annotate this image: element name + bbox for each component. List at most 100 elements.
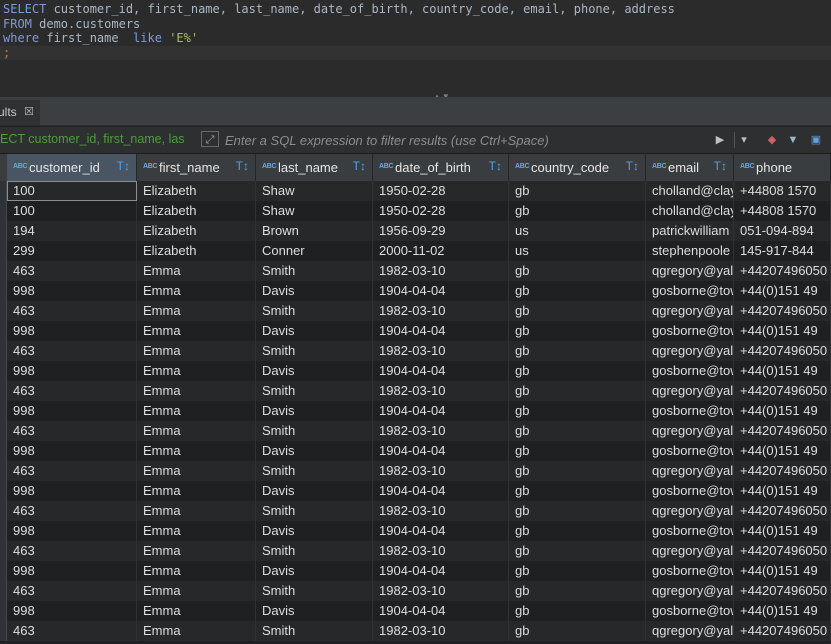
table-row[interactable]: 998 Emma Davis 1904-04-04 gb gosborne@tow +44(… bbox=[0, 281, 831, 301]
cell-last-name[interactable]: Conner bbox=[256, 241, 373, 261]
row-header[interactable] bbox=[0, 221, 7, 241]
sort-filter-icon[interactable]: T↕ bbox=[353, 159, 366, 173]
cell-first-name[interactable]: Emma bbox=[137, 601, 256, 621]
cell-email[interactable]: gosborne@tow bbox=[646, 401, 734, 421]
cell-phone[interactable]: +44(0)151 49 bbox=[734, 321, 831, 341]
cell-date-of-birth[interactable]: 1982-03-10 bbox=[373, 261, 509, 281]
cell-phone[interactable]: +44207496050 bbox=[734, 541, 831, 561]
table-row[interactable]: 998 Emma Davis 1904-04-04 gb gosborne@tow +44(… bbox=[0, 601, 831, 621]
cell-email[interactable]: qgregory@yal bbox=[646, 621, 734, 641]
row-header[interactable] bbox=[0, 361, 7, 381]
cell-email[interactable]: qgregory@yal bbox=[646, 501, 734, 521]
cell-country-code[interactable]: gb bbox=[509, 281, 646, 301]
cell-country-code[interactable]: us bbox=[509, 221, 646, 241]
cell-customer-id[interactable]: 998 bbox=[7, 321, 137, 341]
cell-date-of-birth[interactable]: 1982-03-10 bbox=[373, 501, 509, 521]
cell-country-code[interactable]: gb bbox=[509, 621, 646, 641]
table-row[interactable]: 998 Emma Davis 1904-04-04 gb gosborne@tow +44(… bbox=[0, 361, 831, 381]
cell-email[interactable]: qgregory@yal bbox=[646, 581, 734, 601]
cell-phone[interactable]: +44207496050 bbox=[734, 581, 831, 601]
cell-customer-id[interactable]: 463 bbox=[7, 541, 137, 561]
cell-last-name[interactable]: Smith bbox=[256, 461, 373, 481]
cell-last-name[interactable]: Davis bbox=[256, 521, 373, 541]
cell-customer-id[interactable]: 998 bbox=[7, 361, 137, 381]
cell-date-of-birth[interactable]: 1982-03-10 bbox=[373, 621, 509, 641]
cell-country-code[interactable]: us bbox=[509, 241, 646, 261]
table-row[interactable]: 998 Emma Davis 1904-04-04 gb gosborne@tow +44(… bbox=[0, 521, 831, 541]
cell-email[interactable]: gosborne@tow bbox=[646, 481, 734, 501]
cell-first-name[interactable]: Emma bbox=[137, 481, 256, 501]
cell-phone[interactable]: +44808 1570 bbox=[734, 201, 831, 221]
table-row[interactable]: 463 Emma Smith 1982-03-10 gb qgregory@yal +442… bbox=[0, 501, 831, 521]
cell-date-of-birth[interactable]: 1904-04-04 bbox=[373, 361, 509, 381]
sort-filter-icon[interactable]: T↕ bbox=[489, 159, 502, 173]
row-header[interactable] bbox=[0, 541, 7, 561]
row-header[interactable] bbox=[0, 601, 7, 621]
row-header[interactable] bbox=[0, 261, 7, 281]
cell-email[interactable]: qgregory@yal bbox=[646, 301, 734, 321]
cell-last-name[interactable]: Brown bbox=[256, 221, 373, 241]
column-header-last-name[interactable]: ABC last_name T↕ bbox=[256, 154, 373, 181]
cell-customer-id[interactable]: 463 bbox=[7, 461, 137, 481]
cell-first-name[interactable]: Emma bbox=[137, 261, 256, 281]
cell-date-of-birth[interactable]: 1904-04-04 bbox=[373, 561, 509, 581]
cell-first-name[interactable]: Elizabeth bbox=[137, 201, 256, 221]
cell-email[interactable]: gosborne@tow bbox=[646, 281, 734, 301]
column-header-date-of-birth[interactable]: ABC date_of_birth T↕ bbox=[373, 154, 509, 181]
expand-filter-icon[interactable]: ⤢ bbox=[201, 131, 219, 147]
cell-first-name[interactable]: Emma bbox=[137, 381, 256, 401]
row-header[interactable] bbox=[0, 461, 7, 481]
column-header-email[interactable]: ABC email T↕ bbox=[646, 154, 734, 181]
cell-email[interactable]: qgregory@yal bbox=[646, 341, 734, 361]
cell-phone[interactable]: +44207496050 bbox=[734, 261, 831, 281]
cell-phone[interactable]: +44207496050 bbox=[734, 341, 831, 361]
cell-phone[interactable]: +44207496050 bbox=[734, 381, 831, 401]
table-row[interactable]: 463 Emma Smith 1982-03-10 gb qgregory@yal +442… bbox=[0, 421, 831, 441]
table-row[interactable]: 463 Emma Smith 1982-03-10 gb qgregory@yal +442… bbox=[0, 341, 831, 361]
cell-date-of-birth[interactable]: 1904-04-04 bbox=[373, 401, 509, 421]
cell-phone[interactable]: +44207496050 bbox=[734, 461, 831, 481]
cell-last-name[interactable]: Shaw bbox=[256, 181, 373, 201]
cell-last-name[interactable]: Davis bbox=[256, 321, 373, 341]
cell-customer-id[interactable]: 998 bbox=[7, 441, 137, 461]
cell-first-name[interactable]: Emma bbox=[137, 521, 256, 541]
cell-customer-id[interactable]: 100 bbox=[7, 201, 137, 221]
column-header-first-name[interactable]: ABC first_name T↕ bbox=[137, 154, 256, 181]
cell-phone[interactable]: +44207496050 bbox=[734, 301, 831, 321]
cell-country-code[interactable]: gb bbox=[509, 381, 646, 401]
table-row[interactable]: 463 Emma Smith 1982-03-10 gb qgregory@yal +442… bbox=[0, 461, 831, 481]
row-header[interactable] bbox=[0, 201, 7, 221]
cell-email[interactable]: patrickwilliam bbox=[646, 221, 734, 241]
filter-history-dropdown-icon[interactable]: ▾ bbox=[734, 132, 753, 148]
sort-filter-icon[interactable]: T↕ bbox=[626, 159, 639, 173]
cell-email[interactable]: qgregory@yal bbox=[646, 541, 734, 561]
cell-phone[interactable]: 145-917-844 bbox=[734, 241, 831, 261]
cell-phone[interactable]: +44207496050 bbox=[734, 501, 831, 521]
cell-customer-id[interactable]: 998 bbox=[7, 401, 137, 421]
cell-email[interactable]: qgregory@yal bbox=[646, 381, 734, 401]
apply-filter-icon[interactable]: ▶ bbox=[714, 132, 726, 148]
cell-date-of-birth[interactable]: 1982-03-10 bbox=[373, 381, 509, 401]
row-header[interactable] bbox=[0, 401, 7, 421]
row-header[interactable] bbox=[0, 581, 7, 601]
row-header[interactable] bbox=[0, 441, 7, 461]
cell-phone[interactable]: +44(0)151 49 bbox=[734, 281, 831, 301]
cell-country-code[interactable]: gb bbox=[509, 441, 646, 461]
cell-customer-id[interactable]: 998 bbox=[7, 601, 137, 621]
cell-first-name[interactable]: Elizabeth bbox=[137, 221, 256, 241]
cell-date-of-birth[interactable]: 1904-04-04 bbox=[373, 321, 509, 341]
cell-last-name[interactable]: Smith bbox=[256, 301, 373, 321]
cell-customer-id[interactable]: 463 bbox=[7, 301, 137, 321]
cell-country-code[interactable]: gb bbox=[509, 481, 646, 501]
cell-first-name[interactable]: Emma bbox=[137, 361, 256, 381]
row-header[interactable] bbox=[0, 281, 7, 301]
panels-toggle-icon[interactable]: ▣ bbox=[808, 132, 824, 148]
cell-last-name[interactable]: Davis bbox=[256, 281, 373, 301]
table-row[interactable]: 100 Elizabeth Shaw 1950-02-28 gb cholland@cla… bbox=[0, 181, 831, 201]
table-row[interactable]: 998 Emma Davis 1904-04-04 gb gosborne@tow +44(… bbox=[0, 441, 831, 461]
table-row[interactable]: 463 Emma Smith 1982-03-10 gb qgregory@yal +442… bbox=[0, 541, 831, 561]
cell-country-code[interactable]: gb bbox=[509, 501, 646, 521]
cell-phone[interactable]: +44(0)151 49 bbox=[734, 401, 831, 421]
cell-country-code[interactable]: gb bbox=[509, 361, 646, 381]
cell-phone[interactable]: +44(0)151 49 bbox=[734, 361, 831, 381]
